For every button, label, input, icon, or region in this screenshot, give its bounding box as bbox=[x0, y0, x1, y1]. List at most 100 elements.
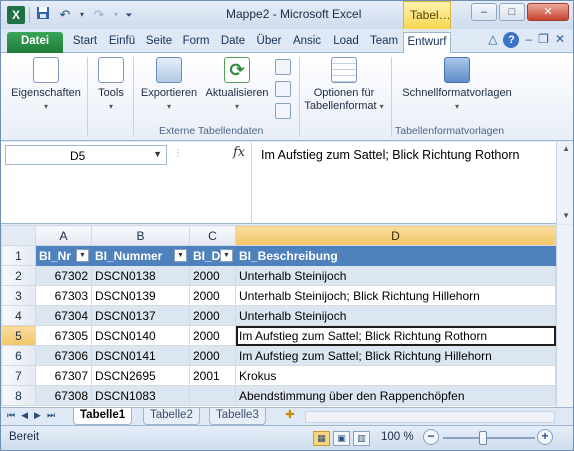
cell[interactable]: Unterhalb Steinijoch bbox=[235, 265, 556, 286]
cell[interactable]: 67304 bbox=[35, 305, 92, 326]
filter-dropdown-icon[interactable]: ▼ bbox=[76, 249, 89, 262]
column-header-a[interactable]: A bbox=[35, 225, 92, 246]
unlink-icon[interactable] bbox=[275, 81, 291, 97]
first-sheet-icon[interactable]: ⏮ bbox=[7, 410, 15, 421]
zoom-out-button[interactable]: − bbox=[423, 429, 439, 445]
zoom-slider-thumb[interactable] bbox=[479, 431, 487, 445]
normal-view-icon[interactable]: ▦ bbox=[313, 431, 330, 446]
minimize-ribbon-icon[interactable]: △ bbox=[488, 32, 497, 48]
tab-seitenlayout[interactable]: Seite bbox=[143, 32, 175, 53]
tab-team[interactable]: Team bbox=[367, 32, 401, 53]
customize-qat-icon[interactable]: ⏷ bbox=[124, 6, 134, 24]
formula-bar-handle-icon[interactable]: ⋮ bbox=[173, 148, 183, 162]
table-header-cell[interactable]: BI_Nummer ▼ bbox=[91, 245, 190, 266]
cell[interactable]: DSCN2695 bbox=[91, 365, 190, 386]
scroll-down-icon[interactable]: ▼ bbox=[562, 211, 570, 220]
help-icon[interactable]: ? bbox=[503, 32, 520, 48]
undo-dropdown-icon[interactable]: ▾ bbox=[78, 6, 86, 24]
workbook-restore-icon[interactable]: ❐ bbox=[538, 32, 549, 48]
redo-icon[interactable]: ↷ bbox=[90, 6, 108, 24]
sheet-tab-tabelle3[interactable]: Tabelle3 bbox=[209, 408, 266, 425]
table-header-cell[interactable]: BI_D ▼ bbox=[189, 245, 236, 266]
tab-entwurf[interactable]: Entwurf bbox=[403, 32, 451, 54]
open-in-browser-icon[interactable] bbox=[275, 59, 291, 75]
tab-formeln[interactable]: Form bbox=[179, 32, 213, 53]
excel-logo-icon[interactable]: X bbox=[7, 6, 25, 24]
last-sheet-icon[interactable]: ⏭ bbox=[47, 410, 55, 421]
row-header[interactable]: 3 bbox=[1, 285, 36, 306]
name-box[interactable]: D5 ▼ bbox=[5, 145, 167, 165]
export-button[interactable]: Exportieren ▾ bbox=[137, 57, 201, 113]
prev-sheet-icon[interactable]: ◀ bbox=[21, 410, 28, 421]
quick-styles-button[interactable]: Schnellformatvorlagen ▾ bbox=[395, 57, 519, 113]
sheet-tab-tabelle2[interactable]: Tabelle2 bbox=[143, 408, 200, 425]
cell[interactable]: Unterhalb Steinijoch bbox=[235, 305, 556, 326]
page-layout-view-icon[interactable]: ▣ bbox=[333, 431, 350, 446]
tab-ueberpruefen[interactable]: Über bbox=[253, 32, 285, 53]
scroll-up-icon[interactable]: ▲ bbox=[562, 144, 570, 153]
workbook-close-icon[interactable]: ✕ bbox=[555, 32, 565, 48]
table-style-options-button[interactable]: Optionen für Tabellenformat ▾ bbox=[301, 57, 387, 113]
zoom-in-button[interactable]: + bbox=[537, 429, 553, 445]
zoom-level[interactable]: 100 % bbox=[381, 431, 414, 443]
cell[interactable] bbox=[189, 385, 236, 406]
cell[interactable]: DSCN0137 bbox=[91, 305, 190, 326]
column-header-b[interactable]: B bbox=[91, 225, 190, 246]
table-header-cell[interactable]: BI_Nr ▼ bbox=[35, 245, 92, 266]
tools-button[interactable]: Tools ▾ bbox=[91, 57, 131, 113]
insert-sheet-icon[interactable]: ✚ bbox=[281, 408, 299, 424]
formula-input[interactable]: Im Aufstieg zum Sattel; Blick Richtung R… bbox=[261, 146, 541, 165]
cell[interactable]: DSCN0139 bbox=[91, 285, 190, 306]
row-header[interactable]: 6 bbox=[1, 345, 36, 366]
tab-einfuegen[interactable]: Einfü bbox=[105, 32, 139, 53]
sheet-tab-tabelle1[interactable]: Tabelle1 bbox=[73, 408, 133, 425]
cell[interactable]: 2000 bbox=[189, 345, 236, 366]
cell[interactable]: Abendstimmung über den Rappenchöpfen bbox=[235, 385, 556, 406]
refresh-button[interactable]: ⟳ Aktualisieren ▾ bbox=[203, 57, 271, 113]
cell[interactable]: 2000 bbox=[189, 325, 236, 346]
filter-dropdown-icon[interactable]: ▼ bbox=[174, 249, 187, 262]
row-header[interactable]: 1 bbox=[1, 245, 36, 266]
close-button[interactable]: ✕ bbox=[527, 3, 569, 21]
cell[interactable]: 67308 bbox=[35, 385, 92, 406]
cell[interactable]: 67305 bbox=[35, 325, 92, 346]
formula-bar-scrollbar[interactable]: ▲ ▼ bbox=[556, 142, 573, 224]
active-cell[interactable]: Im Aufstieg zum Sattel; Blick Richtung R… bbox=[235, 325, 556, 346]
next-sheet-icon[interactable]: ▶ bbox=[34, 410, 41, 421]
minimize-button[interactable]: – bbox=[471, 3, 497, 21]
redo-dropdown-icon[interactable]: ▾ bbox=[112, 6, 120, 24]
tab-start[interactable]: Start bbox=[69, 32, 101, 53]
filter-dropdown-icon[interactable]: ▼ bbox=[220, 249, 233, 262]
maximize-button[interactable]: □ bbox=[499, 3, 525, 21]
name-box-dropdown-icon[interactable]: ▼ bbox=[153, 149, 162, 159]
table-header-cell[interactable]: BI_Beschreibung bbox=[235, 245, 556, 266]
cell[interactable]: Unterhalb Steinijoch; Blick Richtung Hil… bbox=[235, 285, 556, 306]
zoom-slider-track[interactable] bbox=[443, 437, 535, 439]
row-header[interactable]: 2 bbox=[1, 265, 36, 286]
cell[interactable]: DSCN0138 bbox=[91, 265, 190, 286]
page-break-view-icon[interactable]: ▥ bbox=[353, 431, 370, 446]
cell[interactable]: 67302 bbox=[35, 265, 92, 286]
save-icon[interactable] bbox=[34, 6, 52, 24]
link-icon[interactable] bbox=[275, 103, 291, 119]
cell[interactable]: 2001 bbox=[189, 365, 236, 386]
cell[interactable]: 67307 bbox=[35, 365, 92, 386]
cell[interactable]: DSCN0141 bbox=[91, 345, 190, 366]
column-header-c[interactable]: C bbox=[189, 225, 236, 246]
tab-daten[interactable]: Date bbox=[217, 32, 249, 53]
workbook-minimize-icon[interactable]: – bbox=[525, 32, 532, 48]
cell[interactable]: Im Aufstieg zum Sattel; Blick Richtung H… bbox=[235, 345, 556, 366]
cell[interactable]: 67303 bbox=[35, 285, 92, 306]
properties-button[interactable]: Eigenschaften ▾ bbox=[9, 57, 83, 113]
cell[interactable]: 2000 bbox=[189, 265, 236, 286]
horizontal-scrollbar[interactable] bbox=[305, 411, 555, 423]
cell[interactable]: DSCN1083 bbox=[91, 385, 190, 406]
tab-ansicht[interactable]: Ansic bbox=[289, 32, 325, 53]
cell[interactable]: DSCN0140 bbox=[91, 325, 190, 346]
tab-datei[interactable]: Datei bbox=[7, 32, 63, 53]
row-header[interactable]: 8 bbox=[1, 385, 36, 406]
column-header-d[interactable]: D bbox=[235, 225, 556, 246]
cell[interactable]: 2000 bbox=[189, 305, 236, 326]
cell[interactable]: 2000 bbox=[189, 285, 236, 306]
cell[interactable]: Krokus bbox=[235, 365, 556, 386]
